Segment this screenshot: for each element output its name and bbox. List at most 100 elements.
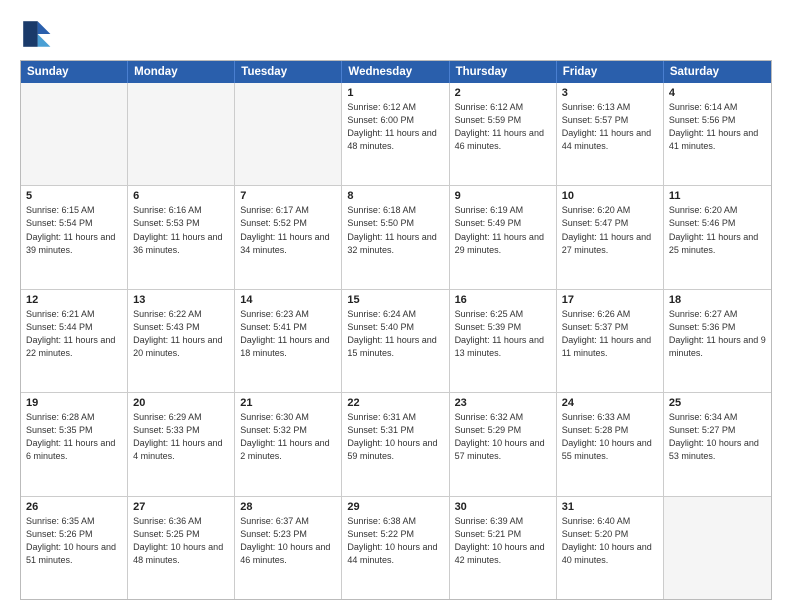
day-number: 20 xyxy=(133,397,229,409)
day-number: 17 xyxy=(562,294,658,306)
day-info: Sunrise: 6:33 AM Sunset: 5:28 PM Dayligh… xyxy=(562,411,658,463)
day-info: Sunrise: 6:20 AM Sunset: 5:47 PM Dayligh… xyxy=(562,204,658,256)
day-info: Sunrise: 6:22 AM Sunset: 5:43 PM Dayligh… xyxy=(133,308,229,360)
calendar-day-2: 2 Sunrise: 6:12 AM Sunset: 5:59 PM Daylig… xyxy=(450,83,557,185)
calendar-day-26: 26Sunrise: 6:35 AM Sunset: 5:26 PM Dayli… xyxy=(21,497,128,599)
day-number: 9 xyxy=(455,190,551,202)
day-info: Sunrise: 6:27 AM Sunset: 5:36 PM Dayligh… xyxy=(669,308,766,360)
day-info: Sunrise: 6:23 AM Sunset: 5:41 PM Dayligh… xyxy=(240,308,336,360)
calendar-day-16: 16 Sunrise: 6:25 AM Sunset: 5:39 PM Dayli… xyxy=(450,290,557,392)
calendar-day-3: 3Sunrise: 6:13 AM Sunset: 5:57 PM Daylig… xyxy=(557,83,664,185)
page: SundayMondayTuesdayWednesdayThursdayFrid… xyxy=(0,0,792,612)
day-number: 11 xyxy=(669,190,766,202)
day-number: 14 xyxy=(240,294,336,306)
day-number: 28 xyxy=(240,501,336,513)
day-number: 5 xyxy=(26,190,122,202)
calendar-body: 1 Sunrise: 6:12 AM Sunset: 6:00 PM Daylig… xyxy=(21,83,771,599)
calendar-empty-cell xyxy=(664,497,771,599)
day-info: Sunrise: 6:35 AM Sunset: 5:26 PM Dayligh… xyxy=(26,515,122,567)
calendar-day-11: 11 Sunrise: 6:20 AM Sunset: 5:46 PM Dayli… xyxy=(664,186,771,288)
calendar-day-7: 7Sunrise: 6:17 AM Sunset: 5:52 PM Daylig… xyxy=(235,186,342,288)
day-info: Sunrise: 6:26 AM Sunset: 5:37 PM Dayligh… xyxy=(562,308,658,360)
day-info: Sunrise: 6:18 AM Sunset: 5:50 PM Dayligh… xyxy=(347,204,443,256)
calendar-row-4: 26Sunrise: 6:35 AM Sunset: 5:26 PM Dayli… xyxy=(21,497,771,599)
day-info: Sunrise: 6:37 AM Sunset: 5:23 PM Dayligh… xyxy=(240,515,336,567)
day-info: Sunrise: 6:12 AM Sunset: 6:00 PM Dayligh… xyxy=(347,101,443,153)
day-info: Sunrise: 6:31 AM Sunset: 5:31 PM Dayligh… xyxy=(347,411,443,463)
day-number: 6 xyxy=(133,190,229,202)
day-info: Sunrise: 6:25 AM Sunset: 5:39 PM Dayligh… xyxy=(455,308,551,360)
day-info: Sunrise: 6:14 AM Sunset: 5:56 PM Dayligh… xyxy=(669,101,766,153)
calendar-day-14: 14 Sunrise: 6:23 AM Sunset: 5:41 PM Dayli… xyxy=(235,290,342,392)
calendar-day-10: 10 Sunrise: 6:20 AM Sunset: 5:47 PM Dayli… xyxy=(557,186,664,288)
day-number: 21 xyxy=(240,397,336,409)
calendar-row-0: 1 Sunrise: 6:12 AM Sunset: 6:00 PM Daylig… xyxy=(21,83,771,186)
calendar-day-30: 30 Sunrise: 6:39 AM Sunset: 5:21 PM Dayli… xyxy=(450,497,557,599)
calendar-day-20: 20 Sunrise: 6:29 AM Sunset: 5:33 PM Dayli… xyxy=(128,393,235,495)
calendar-day-5: 5Sunrise: 6:15 AM Sunset: 5:54 PM Daylig… xyxy=(21,186,128,288)
day-info: Sunrise: 6:13 AM Sunset: 5:57 PM Dayligh… xyxy=(562,101,658,153)
day-info: Sunrise: 6:20 AM Sunset: 5:46 PM Dayligh… xyxy=(669,204,766,256)
header-day-sunday: Sunday xyxy=(21,61,128,83)
day-info: Sunrise: 6:32 AM Sunset: 5:29 PM Dayligh… xyxy=(455,411,551,463)
day-number: 15 xyxy=(347,294,443,306)
day-info: Sunrise: 6:30 AM Sunset: 5:32 PM Dayligh… xyxy=(240,411,336,463)
header-day-monday: Monday xyxy=(128,61,235,83)
logo xyxy=(20,18,56,50)
day-info: Sunrise: 6:29 AM Sunset: 5:33 PM Dayligh… xyxy=(133,411,229,463)
calendar-day-29: 29 Sunrise: 6:38 AM Sunset: 5:22 PM Dayli… xyxy=(342,497,449,599)
day-number: 18 xyxy=(669,294,766,306)
calendar-empty-cell xyxy=(128,83,235,185)
day-number: 23 xyxy=(455,397,551,409)
day-number: 16 xyxy=(455,294,551,306)
day-number: 27 xyxy=(133,501,229,513)
calendar-day-4: 4 Sunrise: 6:14 AM Sunset: 5:56 PM Daylig… xyxy=(664,83,771,185)
logo-icon xyxy=(20,18,52,50)
day-number: 29 xyxy=(347,501,443,513)
calendar-day-12: 12Sunrise: 6:21 AM Sunset: 5:44 PM Dayli… xyxy=(21,290,128,392)
calendar-row-1: 5Sunrise: 6:15 AM Sunset: 5:54 PM Daylig… xyxy=(21,186,771,289)
day-number: 25 xyxy=(669,397,766,409)
calendar-day-18: 18 Sunrise: 6:27 AM Sunset: 5:36 PM Dayli… xyxy=(664,290,771,392)
day-info: Sunrise: 6:39 AM Sunset: 5:21 PM Dayligh… xyxy=(455,515,551,567)
day-number: 24 xyxy=(562,397,658,409)
day-info: Sunrise: 6:24 AM Sunset: 5:40 PM Dayligh… xyxy=(347,308,443,360)
day-number: 31 xyxy=(562,501,658,513)
day-number: 8 xyxy=(347,190,443,202)
day-number: 10 xyxy=(562,190,658,202)
calendar-day-23: 23 Sunrise: 6:32 AM Sunset: 5:29 PM Dayli… xyxy=(450,393,557,495)
header-day-saturday: Saturday xyxy=(664,61,771,83)
header-day-friday: Friday xyxy=(557,61,664,83)
calendar-row-3: 19 Sunrise: 6:28 AM Sunset: 5:35 PM Dayli… xyxy=(21,393,771,496)
day-number: 2 xyxy=(455,87,551,99)
day-info: Sunrise: 6:38 AM Sunset: 5:22 PM Dayligh… xyxy=(347,515,443,567)
header-day-tuesday: Tuesday xyxy=(235,61,342,83)
header-day-wednesday: Wednesday xyxy=(342,61,449,83)
calendar-header: SundayMondayTuesdayWednesdayThursdayFrid… xyxy=(21,61,771,83)
calendar-day-25: 25 Sunrise: 6:34 AM Sunset: 5:27 PM Dayli… xyxy=(664,393,771,495)
day-info: Sunrise: 6:19 AM Sunset: 5:49 PM Dayligh… xyxy=(455,204,551,256)
calendar-day-17: 17 Sunrise: 6:26 AM Sunset: 5:37 PM Dayli… xyxy=(557,290,664,392)
day-number: 1 xyxy=(347,87,443,99)
calendar-day-13: 13Sunrise: 6:22 AM Sunset: 5:43 PM Dayli… xyxy=(128,290,235,392)
calendar-day-6: 6 Sunrise: 6:16 AM Sunset: 5:53 PM Daylig… xyxy=(128,186,235,288)
day-info: Sunrise: 6:16 AM Sunset: 5:53 PM Dayligh… xyxy=(133,204,229,256)
day-number: 4 xyxy=(669,87,766,99)
day-number: 22 xyxy=(347,397,443,409)
calendar-day-9: 9 Sunrise: 6:19 AM Sunset: 5:49 PM Daylig… xyxy=(450,186,557,288)
calendar-day-8: 8 Sunrise: 6:18 AM Sunset: 5:50 PM Daylig… xyxy=(342,186,449,288)
calendar-day-1: 1 Sunrise: 6:12 AM Sunset: 6:00 PM Daylig… xyxy=(342,83,449,185)
day-info: Sunrise: 6:17 AM Sunset: 5:52 PM Dayligh… xyxy=(240,204,336,256)
day-info: Sunrise: 6:28 AM Sunset: 5:35 PM Dayligh… xyxy=(26,411,122,463)
calendar-empty-cell xyxy=(235,83,342,185)
day-info: Sunrise: 6:12 AM Sunset: 5:59 PM Dayligh… xyxy=(455,101,551,153)
header xyxy=(20,18,772,50)
day-info: Sunrise: 6:40 AM Sunset: 5:20 PM Dayligh… xyxy=(562,515,658,567)
calendar: SundayMondayTuesdayWednesdayThursdayFrid… xyxy=(20,60,772,600)
day-number: 19 xyxy=(26,397,122,409)
header-day-thursday: Thursday xyxy=(450,61,557,83)
day-info: Sunrise: 6:34 AM Sunset: 5:27 PM Dayligh… xyxy=(669,411,766,463)
calendar-day-28: 28 Sunrise: 6:37 AM Sunset: 5:23 PM Dayli… xyxy=(235,497,342,599)
calendar-day-22: 22 Sunrise: 6:31 AM Sunset: 5:31 PM Dayli… xyxy=(342,393,449,495)
day-number: 30 xyxy=(455,501,551,513)
